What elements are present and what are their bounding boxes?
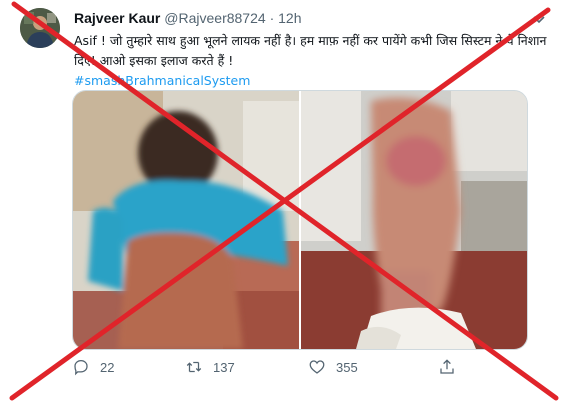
separator: · (269, 10, 275, 26)
media-photo-right[interactable] (301, 91, 527, 349)
retweet-button[interactable]: 137 (185, 356, 235, 378)
like-count: 355 (336, 359, 358, 375)
share-icon (440, 359, 454, 374)
like-button[interactable]: 355 (308, 356, 358, 378)
tweet-card[interactable]: Rajveer Kaur @Rajveer88724 · 12h Asif ! … (0, 0, 564, 402)
reply-button[interactable]: 22 (72, 356, 114, 378)
tweet-text: Asif ! जो तुम्हारे साथ हुआ भूलने लायक नह… (74, 31, 550, 91)
timestamp[interactable]: 12h (278, 10, 301, 26)
display-name[interactable]: Rajveer Kaur (74, 10, 160, 26)
share-button[interactable] (438, 356, 466, 378)
chevron-down-icon[interactable] (530, 10, 548, 28)
tweet-header: Rajveer Kaur @Rajveer88724 · 12h (74, 10, 301, 26)
reply-count: 22 (100, 359, 115, 375)
reply-icon (74, 359, 88, 376)
heart-icon (309, 360, 325, 374)
tweet-actions: 22 137 355 (72, 356, 532, 378)
user-handle[interactable]: @Rajveer88724 (164, 10, 265, 26)
retweet-icon (186, 361, 202, 373)
avatar[interactable] (20, 8, 60, 48)
media-photo-left[interactable] (73, 91, 299, 349)
hashtag-link[interactable]: #smashBrahmanicalSystem (74, 71, 550, 91)
tweet-media[interactable] (72, 90, 528, 350)
tweet-body: Asif ! जो तुम्हारे साथ हुआ भूलने लायक नह… (74, 33, 547, 68)
retweet-count: 137 (213, 359, 235, 375)
